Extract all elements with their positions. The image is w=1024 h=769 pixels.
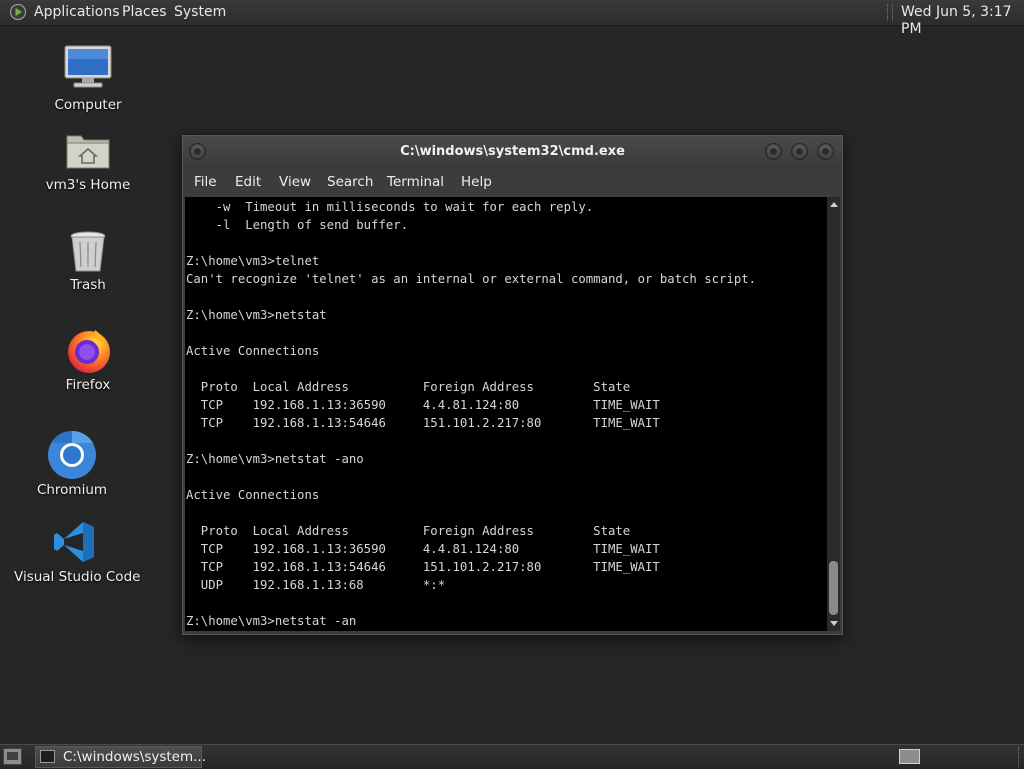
console-line: Proto Local Address Foreign Address Stat… [186,524,631,538]
bottom-panel: C:\windows\system... [0,744,1024,769]
chromium-icon [48,430,96,479]
desktop-icon-label: vm3's Home [45,177,131,193]
home-folder-icon [66,135,110,169]
scroll-down-arrow-icon[interactable] [830,621,838,626]
desktop-icon-trash[interactable]: Trash [40,228,136,296]
console-line: Z:\home\vm3>telnet [186,254,320,268]
terminal-window: C:\windows\system32\cmd.exe File Edit Vi… [182,135,843,635]
minimize-button[interactable] [765,143,782,160]
computer-icon [64,45,112,88]
show-desktop-icon[interactable] [3,748,22,765]
terminal-window-icon [40,750,55,763]
applications-menu[interactable]: Applications [34,4,120,21]
panel-separator [1018,747,1021,767]
menu-terminal[interactable]: Terminal [387,174,444,190]
menu-help[interactable]: Help [461,174,492,190]
scroll-up-arrow-icon[interactable] [830,202,838,207]
menu-file[interactable]: File [194,174,217,190]
menu-search[interactable]: Search [327,174,373,190]
trash-icon [70,231,106,272]
console-line: UDP 192.168.1.13:68 *:* [186,578,446,592]
console-line: -l Length of send buffer. [186,218,409,232]
desktop-icon-label: Firefox [65,377,111,393]
panel-separator [887,4,893,21]
maximize-button[interactable] [791,143,808,160]
clock[interactable]: Wed Jun 5, 3:17 PM [901,4,1024,38]
console-output[interactable]: -w Timeout in milliseconds to wait for e… [185,197,827,631]
close-button[interactable] [817,143,834,160]
console-line: Active Connections [186,344,320,358]
vscode-icon [54,522,94,562]
taskbar-window-button[interactable]: C:\windows\system... [35,746,206,768]
desktop-icon-home[interactable]: vm3's Home [40,128,136,196]
window-titlebar[interactable]: C:\windows\system32\cmd.exe [183,136,842,168]
desktop-icon-chromium[interactable]: Chromium [24,430,120,500]
window-menubar: File Edit View Search Terminal Help [183,168,842,196]
window-title: C:\windows\system32\cmd.exe [400,144,625,159]
console-line: TCP 192.168.1.13:36590 4.4.81.124:80 TIM… [186,398,660,412]
workspace-switcher[interactable] [899,749,920,764]
places-menu[interactable]: Places [122,4,167,21]
console-scrollbar[interactable] [827,197,840,631]
console-prompt-line: Z:\home\vm3>netstat -an [186,614,357,628]
desktop-icon-firefox[interactable]: Firefox [40,326,136,396]
console-line: TCP 192.168.1.13:54646 151.101.2.217:80 … [186,416,660,430]
desktop-icon-label: Trash [70,277,106,293]
taskbar-window-label: C:\windows\system... [63,749,207,765]
console-line: Proto Local Address Foreign Address Stat… [186,380,631,394]
console-line: Z:\home\vm3>netstat -ano [186,452,364,466]
scrollbar-thumb[interactable] [829,561,838,615]
console-line: Active Connections [186,488,320,502]
desktop-icon-label: Chromium [36,482,108,498]
system-menu[interactable]: System [174,4,226,21]
applications-menu-icon[interactable] [9,3,27,21]
desktop-icon-vscode[interactable]: Visual Studio Code [14,520,141,586]
desktop-icon-label: Computer [54,97,122,113]
menu-edit[interactable]: Edit [235,174,261,190]
menu-view[interactable]: View [279,174,311,190]
console-line: Z:\home\vm3>netstat [186,308,327,322]
top-panel: Applications Places System Wed Jun 5, 3:… [0,0,1024,37]
console-line: TCP 192.168.1.13:54646 151.101.2.217:80 … [186,560,660,574]
desktop-icon-computer[interactable]: Computer [40,44,136,116]
console-line: TCP 192.168.1.13:36590 4.4.81.124:80 TIM… [186,542,660,556]
console-line: Can't recognize 'telnet' as an internal … [186,272,757,286]
desktop-icon-label: Visual Studio Code [14,569,141,585]
firefox-icon [68,330,110,373]
console-line: -w Timeout in milliseconds to wait for e… [186,200,594,214]
